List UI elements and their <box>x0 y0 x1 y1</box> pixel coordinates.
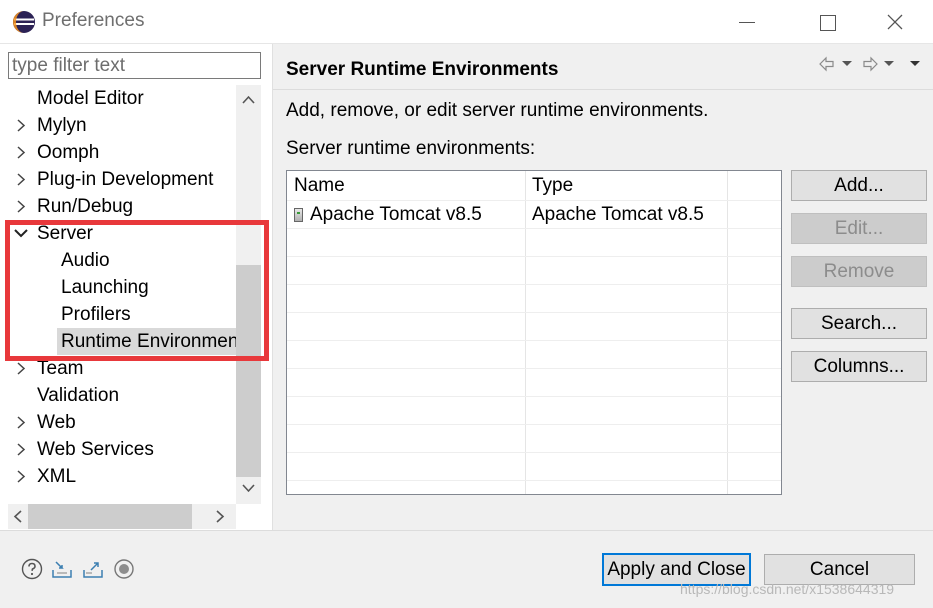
chevron-down-icon[interactable] <box>14 220 28 247</box>
row-divider <box>287 452 781 453</box>
row-divider <box>287 424 781 425</box>
tree-item-label: Oomph <box>37 142 100 163</box>
tree-item-label: Audio <box>61 250 110 271</box>
tree-item-runtime-environments[interactable]: Runtime Environmen <box>57 328 236 355</box>
page-title: Server Runtime Environments <box>286 59 559 80</box>
tree-item-run-debug[interactable]: Run/Debug <box>8 193 236 220</box>
tree-item-label: Model Editor <box>37 88 144 109</box>
cell-name: Apache Tomcat v8.5 <box>310 204 482 225</box>
row-divider <box>287 256 781 257</box>
maximize-button[interactable] <box>803 6 849 38</box>
search-button[interactable]: Search... <box>791 308 927 339</box>
tree-item-label: Web <box>37 412 76 433</box>
column-header-type[interactable]: Type <box>532 175 573 197</box>
scroll-up-icon[interactable] <box>242 95 255 104</box>
header-divider <box>287 200 781 201</box>
column-divider[interactable] <box>727 171 728 494</box>
tree-item-team[interactable]: Team <box>8 355 236 382</box>
tree-item-label: Plug-in Development <box>37 169 214 190</box>
tree-vertical-scrollbar[interactable] <box>236 85 261 504</box>
close-icon <box>887 14 903 30</box>
tree-item-label: Launching <box>61 277 149 298</box>
row-divider <box>287 396 781 397</box>
tree-item-launching[interactable]: Launching <box>57 274 236 301</box>
tree-item-label: Mylyn <box>37 115 87 136</box>
scroll-thumb[interactable] <box>236 265 261 477</box>
column-header-name[interactable]: Name <box>294 175 345 197</box>
row-divider <box>287 284 781 285</box>
remove-button[interactable]: Remove <box>791 256 927 287</box>
watermark: https://blog.csdn.net/x1538644319 <box>680 581 895 597</box>
page-header: Server Runtime Environments <box>273 44 933 90</box>
record-icon[interactable] <box>113 558 135 580</box>
title-bar: Preferences <box>0 0 933 44</box>
tree-item-label: Team <box>37 358 84 379</box>
tree-item-label: Web Services <box>37 439 154 460</box>
chevron-right-icon[interactable] <box>14 409 28 436</box>
chevron-right-icon[interactable] <box>14 112 28 139</box>
tree-item-web-services[interactable]: Web Services <box>8 436 236 463</box>
tree-item-label: XML <box>37 466 77 487</box>
cell-type: Apache Tomcat v8.5 <box>532 204 704 225</box>
tree-item-plug-in-development[interactable]: Plug-in Development <box>8 166 236 193</box>
tree-item-mylyn[interactable]: Mylyn <box>8 112 236 139</box>
runtime-environments-table[interactable]: Name Type Apache Tomcat v8.5 Apache Tomc… <box>286 170 782 495</box>
chevron-right-icon[interactable] <box>14 436 28 463</box>
help-icon[interactable] <box>21 558 43 580</box>
chevron-right-icon[interactable] <box>14 463 28 490</box>
scroll-down-icon[interactable] <box>242 484 255 493</box>
scroll-left-icon[interactable] <box>13 510 22 523</box>
page-description: Add, remove, or edit server runtime envi… <box>286 100 709 121</box>
tree-item-label: Runtime Environmen <box>61 331 236 352</box>
tree-horizontal-scrollbar[interactable] <box>8 504 236 529</box>
tree-item-label: Validation <box>37 385 120 406</box>
row-divider <box>287 228 781 229</box>
preferences-tree: Model Editor Mylyn Oomph Plug-in Develop… <box>8 85 236 504</box>
column-divider[interactable] <box>525 171 526 494</box>
edit-button[interactable]: Edit... <box>791 213 927 244</box>
row-divider <box>287 368 781 369</box>
import-icon[interactable] <box>51 558 73 580</box>
dialog-footer: Apply and Close Cancel https://blog.csdn… <box>0 530 933 608</box>
scroll-right-icon[interactable] <box>216 510 225 523</box>
filter-input[interactable] <box>8 52 261 79</box>
preference-page: Server Runtime Environments Add, remove,… <box>272 44 933 530</box>
minimize-button[interactable] <box>725 6 771 38</box>
tree-item-audio[interactable]: Audio <box>57 247 236 274</box>
eclipse-icon <box>13 11 35 33</box>
chevron-right-icon[interactable] <box>14 139 28 166</box>
forward-icon[interactable] <box>862 54 922 74</box>
tree-item-label: Run/Debug <box>37 196 134 217</box>
server-icon <box>294 208 303 222</box>
tree-item-profilers[interactable]: Profilers <box>57 301 236 328</box>
chevron-right-icon[interactable] <box>14 355 28 382</box>
tree-item-label: Profilers <box>61 304 131 325</box>
tree-item-xml[interactable]: XML <box>8 463 236 490</box>
export-icon[interactable] <box>82 558 104 580</box>
add-button[interactable]: Add... <box>791 170 927 201</box>
row-divider <box>287 312 781 313</box>
preferences-tree-pane: Model Editor Mylyn Oomph Plug-in Develop… <box>0 44 272 530</box>
tree-item-model-editor[interactable]: Model Editor <box>8 85 236 112</box>
chevron-right-icon[interactable] <box>14 193 28 220</box>
tree-item-server[interactable]: Server <box>8 220 236 247</box>
window-title: Preferences <box>42 10 145 31</box>
tree-item-web[interactable]: Web <box>8 409 236 436</box>
row-divider <box>287 340 781 341</box>
runtime-list-label: Server runtime environments: <box>286 138 536 159</box>
scroll-thumb[interactable] <box>28 504 192 529</box>
row-divider <box>287 480 781 481</box>
close-button[interactable] <box>872 6 918 38</box>
back-icon[interactable] <box>817 54 861 74</box>
tree-item-label: Server <box>37 223 93 244</box>
columns-button[interactable]: Columns... <box>791 351 927 382</box>
tree-item-oomph[interactable]: Oomph <box>8 139 236 166</box>
tree-item-validation[interactable]: Validation <box>8 382 236 409</box>
chevron-right-icon[interactable] <box>14 166 28 193</box>
